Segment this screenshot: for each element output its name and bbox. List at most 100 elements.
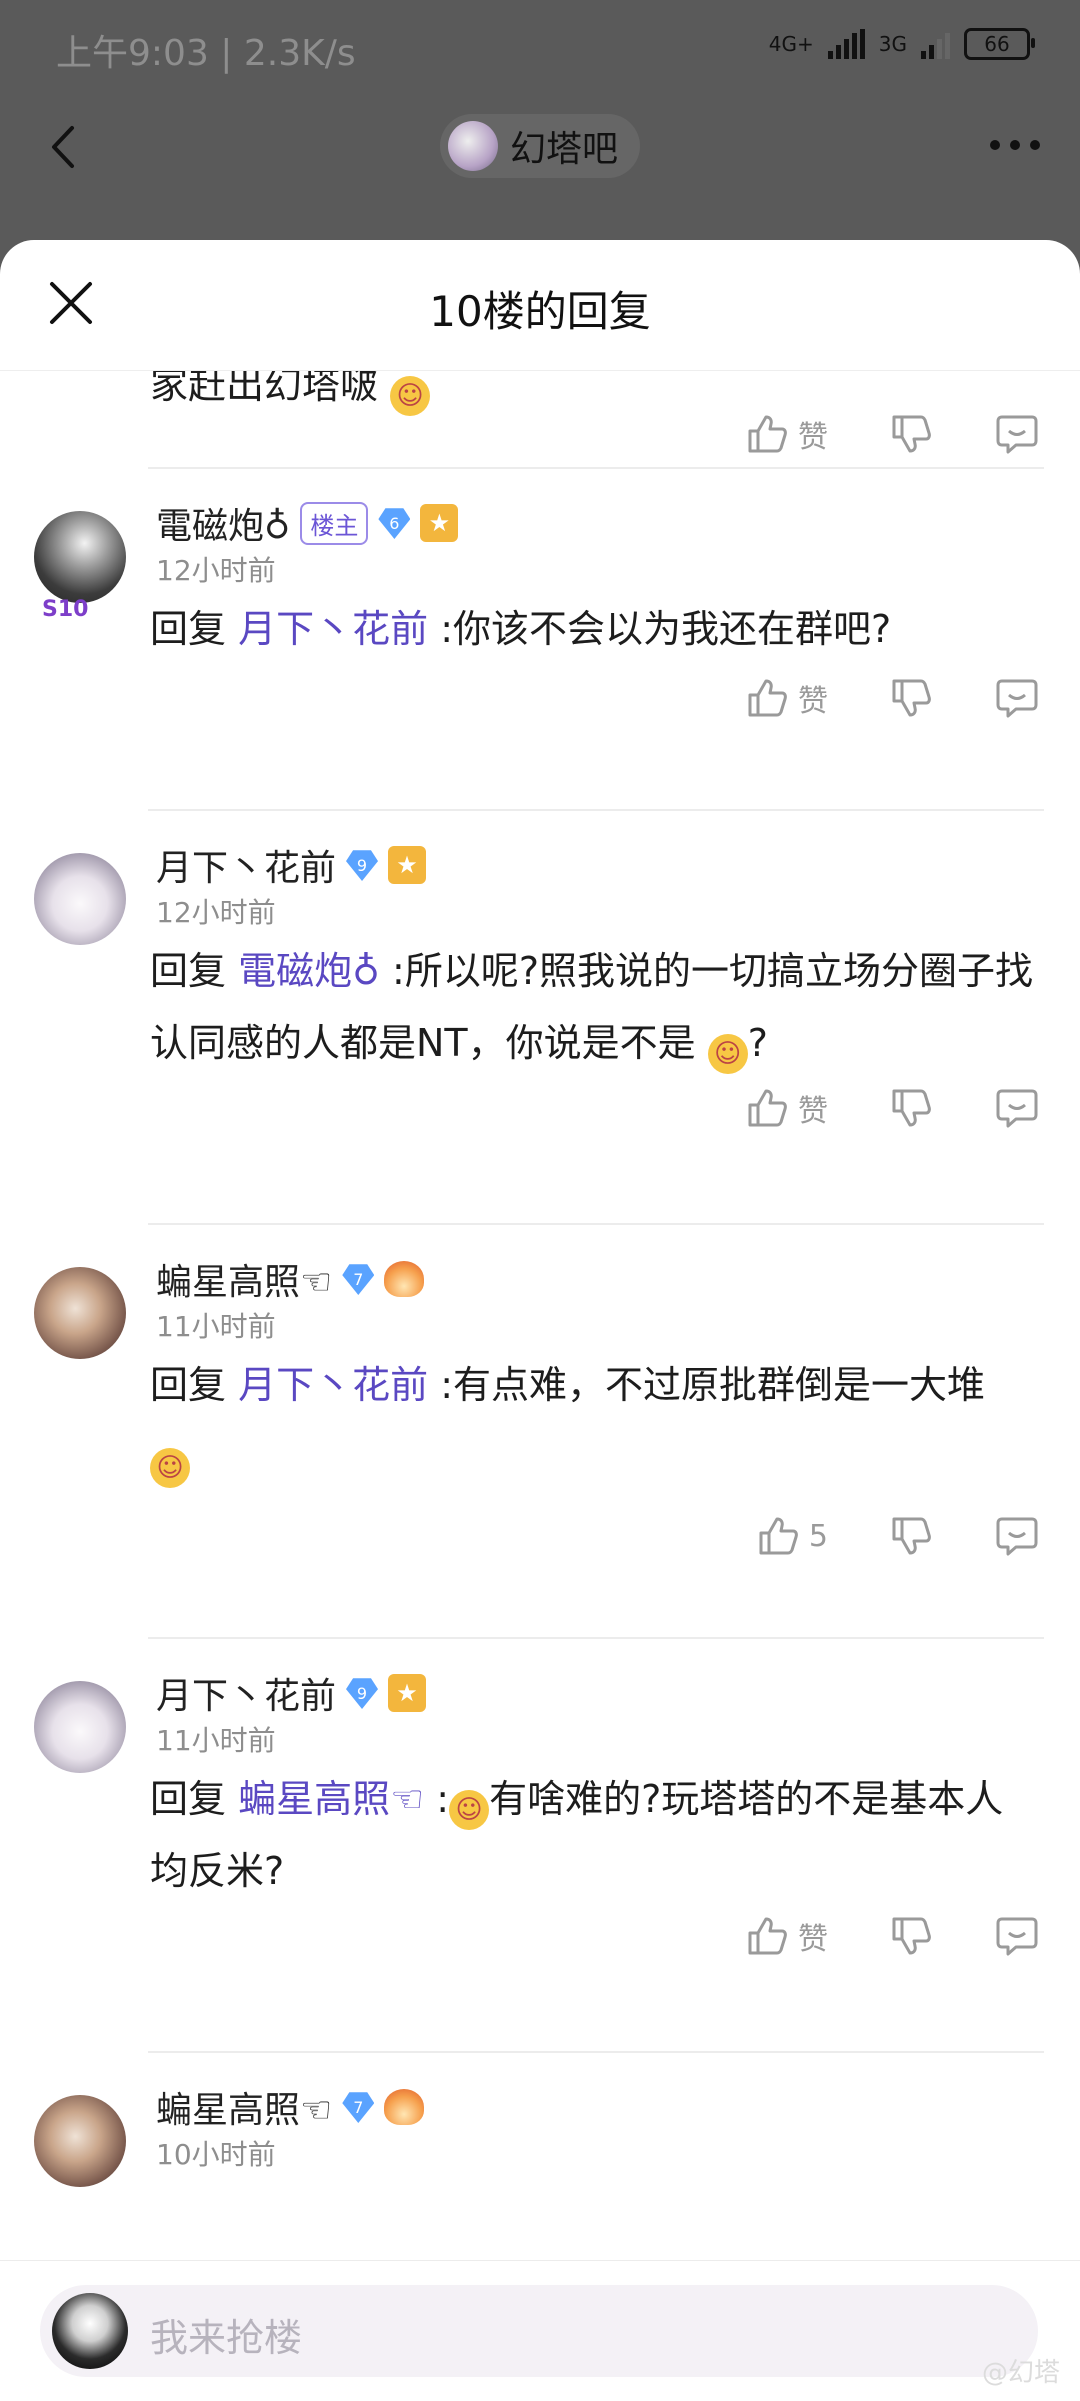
timestamp: 11小时前 — [156, 1310, 276, 1343]
level-badge: 9 — [346, 1678, 379, 1709]
reply-target[interactable]: 月下丶花前 — [238, 1363, 428, 1407]
signal-icon — [921, 29, 950, 59]
reply-actions: 赞 — [744, 1913, 1040, 1959]
avatar[interactable] — [34, 853, 126, 945]
reply-actions: 赞 — [744, 675, 1040, 721]
comment-icon — [996, 1917, 1038, 1956]
dislike-button[interactable] — [888, 675, 934, 721]
level-badge: 7 — [342, 1264, 375, 1295]
network-3g-label: 3G — [878, 32, 907, 56]
comment-button[interactable] — [994, 1913, 1040, 1959]
reply-text: :你该不会以为我还在群吧? — [440, 607, 892, 651]
dislike-button[interactable] — [888, 1085, 934, 1131]
reply-content: 回复 蝙星高照☜ : ☺ 有啥难的?玩塔塔的不是基本人均反米? — [150, 1763, 1040, 1907]
username[interactable]: 蝙星高照☜ — [156, 2081, 332, 2133]
username[interactable]: 電磁炮♁ — [156, 497, 290, 549]
watermark: @幻塔 — [981, 2358, 1060, 2388]
emoji-icon: ☺ — [150, 1448, 190, 1488]
dislike-button[interactable] — [888, 411, 934, 457]
reply-word: 回复 — [150, 1777, 227, 1821]
medal-icon — [384, 2089, 425, 2125]
signal-icon — [827, 29, 865, 59]
timestamp: 11小时前 — [156, 1724, 276, 1757]
medal-icon — [384, 1261, 425, 1297]
thumbs-up-icon — [748, 1089, 787, 1127]
username-row: 月下丶花前 9 ★ — [156, 1667, 427, 1719]
avatar[interactable] — [34, 1681, 126, 1773]
reply-content: 回复 月下丶花前 :有点难，不过原批群倒是一大堆 ☺ — [150, 1349, 1040, 1493]
status-bar: 上午9:03 | 2.3K/s 4G+ 3G 66 — [0, 0, 1080, 100]
sheet-title: 10楼的回复 — [429, 287, 651, 336]
thumbs-up-icon — [759, 1517, 798, 1555]
reply-word: 回复 — [150, 949, 227, 993]
comment-icon — [996, 1089, 1038, 1128]
thumbs-down-icon — [892, 1089, 931, 1127]
medal-icon: ★ — [388, 1674, 427, 1712]
reply-target[interactable]: 月下丶花前 — [238, 607, 428, 651]
reply-colon: : — [436, 1777, 450, 1821]
comment-button[interactable] — [994, 1085, 1040, 1131]
emoji-icon: ☺ — [707, 1034, 748, 1074]
forum-name: 幻塔吧 — [510, 129, 619, 170]
comment-button[interactable] — [994, 675, 1040, 721]
my-avatar[interactable] — [52, 2293, 128, 2369]
avatar[interactable] — [34, 2095, 126, 2187]
author-badge: 楼主 — [300, 501, 369, 545]
username-row: 蝙星高照☜ 7 — [156, 1253, 425, 1305]
reply-target[interactable]: 電磁炮♁ — [238, 949, 380, 993]
reply-list[interactable]: 家赶出幻塔啵 ☺ 赞 S10 電磁炮♁ 楼主 6 ★ 12小时前 回复 月下丶花… — [0, 371, 1080, 2271]
comment-icon — [996, 679, 1038, 718]
reply-word: 回复 — [150, 607, 227, 651]
status-icons: 4G+ 3G 66 — [768, 28, 1035, 60]
reply-text-tail: ? — [747, 1021, 768, 1065]
list-item: 蝙星高照☜ 7 11小时前 回复 月下丶花前 :有点难，不过原批群倒是一大堆 ☺ … — [0, 1223, 1080, 1637]
reply-input-bar: 我来抢楼 — [0, 2260, 1080, 2401]
dislike-button[interactable] — [888, 1913, 934, 1959]
reply-word: 回复 — [150, 1363, 227, 1407]
timestamp: 12小时前 — [156, 554, 276, 587]
reply-input[interactable]: 我来抢楼 — [40, 2285, 1038, 2377]
list-item: 蝙星高照☜ 7 10小时前 — [0, 2051, 1080, 2271]
level-badge: 6 — [378, 508, 411, 539]
timestamp: 12小时前 — [156, 896, 276, 929]
thumbs-up-icon — [748, 1917, 787, 1955]
like-count: 赞 — [798, 420, 828, 455]
more-icon[interactable] — [990, 140, 1040, 150]
forum-pill[interactable]: 幻塔吧 — [440, 114, 641, 178]
avatar[interactable] — [34, 1267, 126, 1359]
like-button[interactable]: 赞 — [744, 675, 828, 721]
emoji-icon: ☺ — [449, 1790, 490, 1830]
back-icon[interactable] — [40, 122, 90, 172]
reply-text: 家赶出幻塔啵 — [150, 371, 379, 407]
comment-button[interactable] — [994, 411, 1040, 457]
reply-text: :有点难，不过原批群倒是一大堆 — [440, 1363, 986, 1407]
comment-icon — [996, 1517, 1038, 1556]
like-button[interactable]: 赞 — [744, 1913, 828, 1959]
comment-icon — [996, 415, 1038, 454]
username[interactable]: 月下丶花前 — [156, 1667, 336, 1719]
reply-target[interactable]: 蝙星高照☜ — [238, 1777, 424, 1821]
network-4g-label: 4G+ — [768, 32, 814, 56]
like-button[interactable]: 赞 — [744, 411, 828, 457]
comment-button[interactable] — [994, 1513, 1040, 1559]
like-button[interactable]: 赞 — [744, 1085, 828, 1131]
medal-icon: ★ — [420, 504, 459, 542]
username[interactable]: 蝙星高照☜ — [156, 1253, 332, 1305]
like-button[interactable]: 5 — [755, 1513, 828, 1559]
username-row: 月下丶花前 9 ★ — [156, 839, 427, 891]
dislike-button[interactable] — [888, 1513, 934, 1559]
like-count: 赞 — [798, 1922, 828, 1957]
thumbs-down-icon — [892, 1517, 931, 1555]
reply-actions: 5 — [755, 1513, 1040, 1559]
medal-icon: ★ — [388, 846, 427, 884]
timestamp: 10小时前 — [156, 2138, 276, 2171]
like-count: 赞 — [798, 1094, 828, 1129]
list-item: 月下丶花前 9 ★ 12小时前 回复 電磁炮♁ :所以呢?照我说的一切搞立场分圈… — [0, 809, 1080, 1223]
thumbs-down-icon — [892, 1917, 931, 1955]
username[interactable]: 月下丶花前 — [156, 839, 336, 891]
level-badge: 9 — [346, 850, 379, 881]
like-count: 赞 — [798, 684, 828, 719]
top-bar: 幻塔吧 — [0, 100, 1080, 240]
avatar[interactable] — [34, 511, 126, 603]
reply-actions: 赞 — [744, 1085, 1040, 1131]
